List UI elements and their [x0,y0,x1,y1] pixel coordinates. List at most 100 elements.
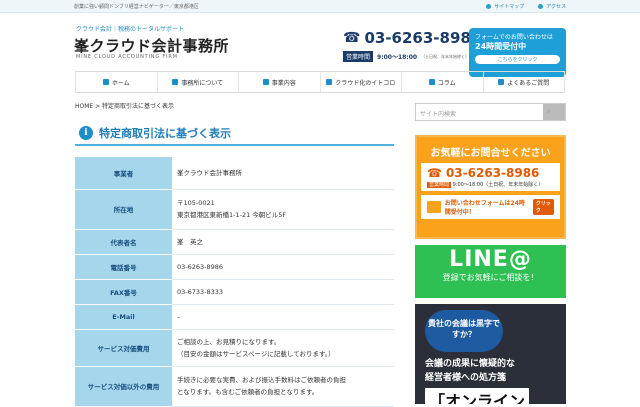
address: 東京都港区東新橋1-1-21 今朝ビル5F [177,211,287,219]
envelope-icon [427,201,441,213]
hours-value: 9:00～18:00 [377,54,418,61]
contact-banner-phone-box: ☎ 03-6263-8986 営業時間 9:00～18:00（土日祝、年末年始除く… [421,163,560,191]
chat-icon [498,79,505,85]
breadcrumb-current: 特定商取引法に基づく表示 [102,103,175,110]
nav-item-column[interactable]: コラム [402,72,484,92]
breadcrumb-home[interactable]: HOME [75,103,93,110]
line-title: LINE@ [449,247,532,272]
search-button[interactable]: ⌕ [543,104,565,120]
table-row: 所在地 〒105-0021 東京都港区東新橋1-1-21 今朝ビル5F [75,189,394,230]
circle-arrow-icon [538,3,544,9]
access-label: アクセス [546,3,566,10]
phone-icon: ☎ [343,30,361,46]
contact-banner-heading: お気軽にお問合せください [430,148,551,159]
contact-banner-hours: 営業時間 9:00～18:00（土日祝、年末年始除く） [427,181,554,188]
header-phone[interactable]: ☎ 03-6263-8986 [343,29,481,47]
line-banner[interactable]: LINE@ 登録でお気軽にご相談を！ [415,245,566,298]
header: クラウド会計｜税務のトータルサポート 峯クラウド会計事務所 MINE CLOUD… [0,13,640,77]
nav-label: クラウド化のイトコロ [335,79,396,87]
nav-label: 事業内容 [271,79,296,87]
page-title-text: 特定商取引法に基づく表示 [99,126,231,140]
meeting-line1: 会議の成果に懐疑的な [425,359,516,369]
row-label: サービス対価費用 [75,329,172,367]
table-row: 代表者名峯 英之 [75,229,394,255]
header-hours: 営業時間 9:00～18:00 （土日祝、年末年始除く） [343,51,469,62]
sidebar: サイト内検索 ⌕ お気軽にお問合せください ☎ 03-6263-8986 営業時間… [415,103,566,404]
nav-item-services[interactable]: 事業内容 [239,72,321,92]
contact-banner-phone-number: 03-6263-8986 [445,166,540,180]
nav-label: よくあるご質問 [507,79,550,87]
building-icon [172,79,179,85]
access-link[interactable]: アクセス [538,3,566,10]
table-row: E-Mail – [75,304,394,330]
other-fee-line2: となります。も含むご依頼者の負担となります。 [177,388,319,396]
topbar-tagline: 創業に強い顧問ドンブリ経営ナビゲーター／東京都港区 [74,3,199,10]
row-value: 峯クラウド会計事務所 [172,157,394,190]
hours-label: 営業時間 [343,51,374,62]
table-row: 電話番号 03-6263-8986 [75,254,394,280]
contact-line3: こちらをクリック [475,55,560,64]
contact-form-button[interactable]: フォームでのお問い合わせは 24時間受付中 こちらをクリック [469,28,566,77]
help-icon [326,79,333,85]
row-label: E-Mail [75,304,172,330]
row-label: FAX番号 [75,279,172,305]
book-icon [262,79,269,85]
row-value: ご相談の上、お見積りになります。 （目安の金額はサービスページに記載しております。… [172,329,394,367]
sitemap-link[interactable]: サイトマップ [486,3,524,10]
nav-item-faq[interactable]: よくあるご質問 [484,72,565,92]
contact-line2: 24時間受付中 [475,42,527,51]
nav-label: 事務所について [181,79,224,87]
contact-banner[interactable]: お気軽にお問合せください ☎ 03-6263-8986 営業時間 9:00～18:… [415,135,566,239]
sitemap-label: サイトマップ [494,3,525,10]
meeting-banner[interactable]: 貴社の会議は黒字ですか？ 会議の成果に懐疑的な 経営者様への処方箋 「オンライン [415,304,566,404]
row-value: 03-6263-8986 [172,254,394,280]
nav-item-cloud[interactable]: クラウド化のイトコロ [321,72,402,92]
contact-line1: フォームでのお問い合わせは [475,34,553,41]
phone-icon: ☎ [427,166,442,180]
phone-number: 03-6263-8986 [364,29,482,47]
row-label: 所在地 [75,189,172,230]
logo-tagline: クラウド会計｜税務のトータルサポート [76,26,185,33]
contact-banner-form[interactable]: お問い合わせフォームは24時間受付中！ クリック [421,195,560,219]
search-icon: ⌕ [547,108,551,115]
other-fee-line1: 手続きに必要な実費、および振込手数料はご依頼者の負担 [177,376,346,384]
main-nav: ホーム 事務所について 事業内容 クラウド化のイトコロ コラム よくあるご質問 [75,71,565,93]
postal-code: 〒105-0021 [177,199,215,207]
table-row: 事業者 峯クラウド会計事務所 [75,157,394,190]
hours-note: （土日祝、年末年始除く） [421,53,470,59]
table-row: FAX番号 03-6733-8333 [75,279,394,305]
row-value: 03-6733-8333 [172,279,394,305]
meeting-bubble: 貴社の会議は黒字ですか？ [425,310,503,352]
document-icon [428,79,435,85]
nav-label: コラム [437,79,456,87]
circle-arrow-icon [486,3,492,9]
line-subtitle: 登録でお気軽にご相談を！ [442,273,539,282]
service-fee-line1: ご相談の上、お見積りになります。 [177,337,281,346]
breadcrumb-sep: > [93,103,103,110]
logo-subtitle: MINE CLOUD ACCOUNTING FIRM [76,54,178,60]
form-text: お問い合わせフォームは24時間受付中！ [444,200,525,216]
nav-item-home[interactable]: ホーム [75,72,158,92]
nav-item-about[interactable]: 事務所について [158,72,239,92]
breadcrumb: HOME > 特定商取引法に基づく表示 [75,101,174,110]
row-label: 代表者名 [75,229,172,255]
info-icon: i [79,125,93,140]
contact-hours-value: 9:00～18:00（土日祝、年末年始除く） [452,182,544,188]
form-click-button[interactable]: クリック [532,199,554,215]
search-input[interactable]: サイト内検索 [416,104,543,120]
nav-label: ホーム [111,79,130,87]
row-value: – [172,304,394,330]
site-logo[interactable]: 峯クラウド会計事務所 [74,35,229,56]
site-search[interactable]: サイト内検索 ⌕ [415,103,566,121]
table-row: サービス対価以外の費用 手続きに必要な実費、および振込手数料はご依頼者の負担 となり… [75,366,394,407]
meeting-line2: 経営者様への処方箋 [425,373,507,383]
row-value: 峯 英之 [172,229,394,255]
commerce-info-table: 事業者 峯クラウド会計事務所 所在地 〒105-0021 東京都港区東新橋1-1-21… [75,157,394,407]
row-label: 事業者 [75,157,172,190]
service-fee-line2: （目安の金額はサービスページに記載しております。） [177,349,335,358]
contact-hours-label: 営業時間 [427,182,452,188]
table-row: サービス対価費用 ご相談の上、お見積りになります。 （目安の金額はサービスページに記… [75,329,394,367]
row-value: 〒105-0021 東京都港区東新橋1-1-21 今朝ビル5F [172,189,394,230]
topbar: 創業に強い顧問ドンブリ経営ナビゲーター／東京都港区 サイトマップ アクセス [0,0,640,13]
row-label: 電話番号 [75,254,172,280]
